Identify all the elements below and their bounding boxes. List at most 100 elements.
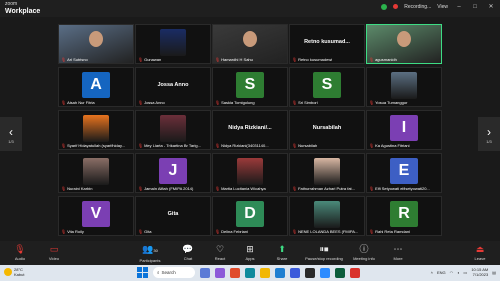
excel-icon[interactable] [335,267,345,278]
taskbar-search[interactable]: ⌕ Search [153,267,195,278]
participant-tile[interactable]: 🎙 Gunawan [135,24,211,64]
more-button[interactable]: ⋯ More [380,244,416,261]
participant-tile[interactable]: 🎙 Nuraini Karbin [58,153,134,193]
participant-tile[interactable]: J 🎙 Jamaln Alfiah (FMIPA 2014) [135,153,211,193]
title-bar: zoom Workplace Recording... View – □ ✕ [0,0,500,17]
taskbar-apps: ⌕ Search [137,267,360,278]
participant-name: Martia Lucitania Wicahya [221,186,266,191]
tray-chevron-icon[interactable]: ˄ [431,270,433,275]
recording-dot-icon [393,4,399,9]
chat-icon: 💬 [182,244,194,254]
participant-tile[interactable]: 🎙 Yosua Tumanggor [366,67,442,107]
weather-widget[interactable]: 28°C Kabut [4,267,24,277]
participant-tile[interactable]: S 🎙 Sri Simbori [289,67,365,107]
task-view-icon[interactable] [200,267,210,278]
participant-tile[interactable]: Jossa Anno 🎙 Jossa Anno [135,67,211,107]
edge-icon[interactable] [245,267,255,278]
participant-tile[interactable]: Nursabilah 🎙 Nursabilah [289,110,365,150]
mic-muted-icon: 🎙 [138,186,144,191]
chat-button[interactable]: 💬 Chat [170,244,206,261]
wifi-icon[interactable]: ◠ [450,270,454,275]
participant-name-label: 🎙 Nursabilah [292,143,362,148]
battery-icon[interactable]: ▭ [464,270,468,275]
recording-status[interactable]: Recording... [404,4,431,10]
participant-tile[interactable]: 🎙 NENE LOLANDA BEES (FMIPA... [289,196,365,236]
participant-name: Elfi Setyowati elfisetyowati20... [375,186,430,191]
participant-tile[interactable]: 🎙 Ari Sutrisno [58,24,134,64]
system-tray: ˄ ENG ◠ ◖ ▭ 10:15 AM 7/1/2023 ▤ [431,267,496,277]
language-indicator[interactable]: ENG [437,270,446,275]
participant-tile[interactable]: V 🎙 Vita Roily [58,196,134,236]
notification-icon[interactable]: ▤ [492,270,496,275]
prev-page-button[interactable]: ‹ 1/3 [0,117,22,151]
mic-muted-icon: 🎙 [292,229,298,234]
participant-tile[interactable]: 🎙 Syarif Hidayatullah (syarifhiday... [58,110,134,150]
participant-name: Rahi Reta Ramdani [375,229,410,234]
participant-name-label: 🎙 Yosua Tumanggor [369,100,439,105]
clock[interactable]: 10:15 AM 7/1/2023 [471,267,488,277]
participant-tile[interactable]: E 🎙 Elfi Setyowati elfisetyowati20... [366,153,442,193]
profile-photo [237,158,263,185]
weather-sun-icon [4,268,12,276]
participant-name-label: 🎙 Nuraini Karbin [61,186,131,191]
participant-tile[interactable]: D 🎙 Delina Febriani [212,196,288,236]
participant-tile[interactable]: A 🎙 Aisah Nur Fitria [58,67,134,107]
participant-tile[interactable]: Nidya Rizkiani/... 🎙 Nidya Rizkiani(340311… [212,110,288,150]
participant-tile[interactable]: 🎙 Martia Lucitania Wicahya [212,153,288,193]
participant-name-label: 🎙 Fathurrahman Azhari Putra fat... [292,186,362,191]
view-button[interactable]: View [437,4,448,10]
participant-name-label: 🎙 Jamaln Alfiah (FMIPA 2014) [138,186,208,191]
store-icon[interactable] [275,267,285,278]
file-explorer-icon[interactable] [260,267,270,278]
apps-button[interactable]: ⊞ Apps [232,244,268,261]
participant-name: Vita Roily [67,229,84,234]
participant-tile[interactable]: 🎙 agusmanidh [366,24,442,64]
windows-start-icon[interactable] [137,267,148,278]
mic-muted-icon: 🎙 [215,186,221,191]
profile-photo [83,115,109,142]
leave-button[interactable]: ⏏ Leave [462,244,498,261]
next-page-button[interactable]: › 1/3 [478,117,500,151]
mic-muted-icon: 🎙 [215,57,221,62]
participant-tile[interactable]: Retno kusumad... 🎙 Retno kusumadewi [289,24,365,64]
share-button[interactable]: ⬆ Share [264,244,300,261]
minimize-icon[interactable]: – [454,4,464,10]
mic-muted-icon: 🎙 [292,100,298,105]
more-label: More [393,256,403,261]
avatar-initial: V [82,201,110,227]
pause-stop-recording-button[interactable]: ⏸⏹ Pause/stop recording [300,244,348,261]
meeting-info-button[interactable]: ⓘ Meeting info [346,244,382,261]
participant-tile[interactable]: 🎙 Mey Liarta - Trikartina Br Tarig... [135,110,211,150]
participant-tile[interactable]: R 🎙 Rahi Reta Ramdani [366,196,442,236]
app-icon[interactable] [305,267,315,278]
participant-tile[interactable]: I 🎙 Ka Agustina Fitriani [366,110,442,150]
zoom-icon[interactable] [320,267,330,278]
participant-tile[interactable]: S 🎙 Saskia Tomigolung [212,67,288,107]
mic-muted-icon: 🎙 [61,186,67,191]
participant-big-name: Gita [167,211,179,217]
security-shield-icon[interactable] [381,3,388,10]
mic-muted-icon: 🎙 [215,100,221,105]
participants-button[interactable]: 👥30 Participants [132,244,168,263]
participant-name-label: 🎙 Aisah Nur Fitria [61,100,131,105]
chrome-icon[interactable] [350,267,360,278]
participant-tile[interactable]: Gita 🎙 Gita [135,196,211,236]
close-icon[interactable]: ✕ [486,3,496,10]
mic-muted-icon: 🎙 [61,100,67,105]
participant-name: Nuraini Karbin [67,186,93,191]
apps-grid-icon: ⊞ [246,244,254,254]
search-label: Search [161,270,176,275]
participant-name-label: 🎙 Elfi Setyowati elfisetyowati20... [369,186,439,191]
teams-icon[interactable] [215,267,225,278]
participant-tile[interactable]: 🎙 Hamardhi H Sahu [212,24,288,64]
maximize-icon[interactable]: □ [470,4,480,10]
participant-tile[interactable]: 🎙 Fathurrahman Azhari Putra fat... [289,153,365,193]
audio-button[interactable]: 🎙 Audio [2,244,38,261]
video-button[interactable]: ▭ Video [36,244,72,261]
profile-photo [83,158,109,185]
record-label: Pause/stop recording [305,256,343,261]
office-icon[interactable] [230,267,240,278]
word-icon[interactable] [290,267,300,278]
avatar-initial: E [390,158,418,184]
volume-icon[interactable]: ◖ [457,270,459,275]
